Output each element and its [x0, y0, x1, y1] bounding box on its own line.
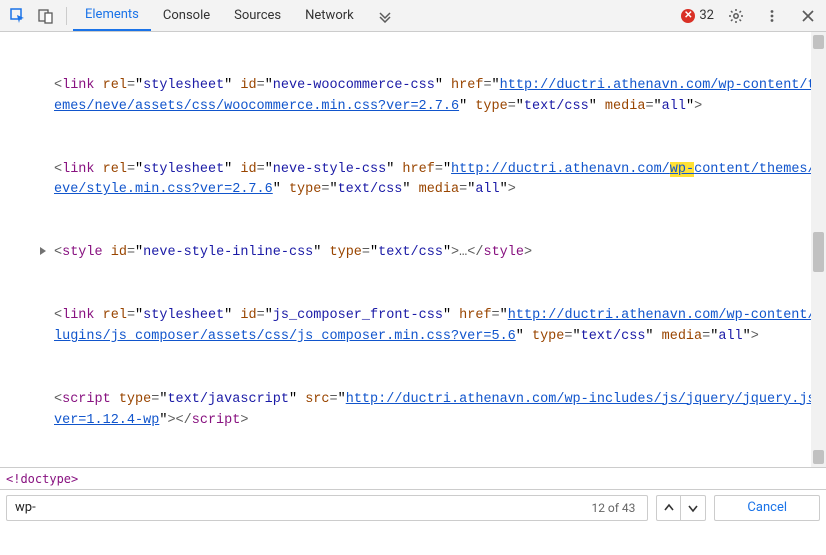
error-badge[interactable]: ✕ 32 — [681, 8, 714, 23]
search-input[interactable]: wp- 12 of 43 — [6, 495, 648, 521]
elements-panel: <link rel="stylesheet" id="neve-woocomme… — [0, 32, 826, 467]
inspect-icon[interactable] — [4, 2, 32, 30]
devtools-toolbar: Elements Console Sources Network ✕ 32 — [0, 0, 826, 32]
search-value: wp- — [15, 500, 36, 515]
expand-arrow-icon[interactable] — [40, 247, 46, 255]
search-bar: wp- 12 of 43 Cancel — [0, 489, 826, 525]
close-icon[interactable] — [794, 2, 822, 30]
dom-node[interactable]: <script type="text/javascript" src="http… — [40, 390, 826, 432]
scroll-up-icon[interactable] — [813, 35, 824, 49]
scroll-down-icon[interactable] — [813, 450, 824, 464]
dom-node[interactable]: <link rel="stylesheet" id="neve-woocomme… — [40, 76, 826, 118]
more-icon[interactable] — [758, 2, 786, 30]
device-toggle-icon[interactable] — [32, 2, 60, 30]
tab-overflow[interactable] — [366, 0, 404, 31]
scrollbar[interactable] — [811, 32, 826, 467]
search-nav — [656, 495, 706, 521]
search-count: 12 of 43 — [591, 501, 639, 515]
search-prev-button[interactable] — [657, 496, 681, 520]
toolbar-right: ✕ 32 — [681, 2, 822, 30]
dom-node[interactable]: <style id="neve-style-inline-css" type="… — [40, 243, 826, 264]
tab-network[interactable]: Network — [293, 0, 366, 31]
error-icon: ✕ — [681, 9, 695, 23]
settings-icon[interactable] — [722, 2, 750, 30]
dom-node[interactable]: <link rel="stylesheet" id="neve-style-cs… — [40, 160, 826, 202]
cancel-button[interactable]: Cancel — [714, 495, 820, 521]
tab-sources[interactable]: Sources — [222, 0, 293, 31]
search-next-button[interactable] — [681, 496, 705, 520]
dom-node[interactable]: <link rel="stylesheet" id="js_composer_f… — [40, 306, 826, 348]
tab-elements[interactable]: Elements — [73, 0, 151, 31]
panel-tabs: Elements Console Sources Network — [73, 0, 404, 31]
tab-console[interactable]: Console — [151, 0, 222, 31]
breadcrumb[interactable]: <!doctype> — [0, 467, 826, 489]
search-highlight: wp- — [670, 162, 694, 177]
scrollbar-thumb[interactable] — [813, 232, 824, 272]
toolbar-divider — [66, 7, 67, 25]
error-count: 32 — [699, 8, 714, 23]
dom-tree[interactable]: <link rel="stylesheet" id="neve-woocomme… — [0, 32, 826, 467]
